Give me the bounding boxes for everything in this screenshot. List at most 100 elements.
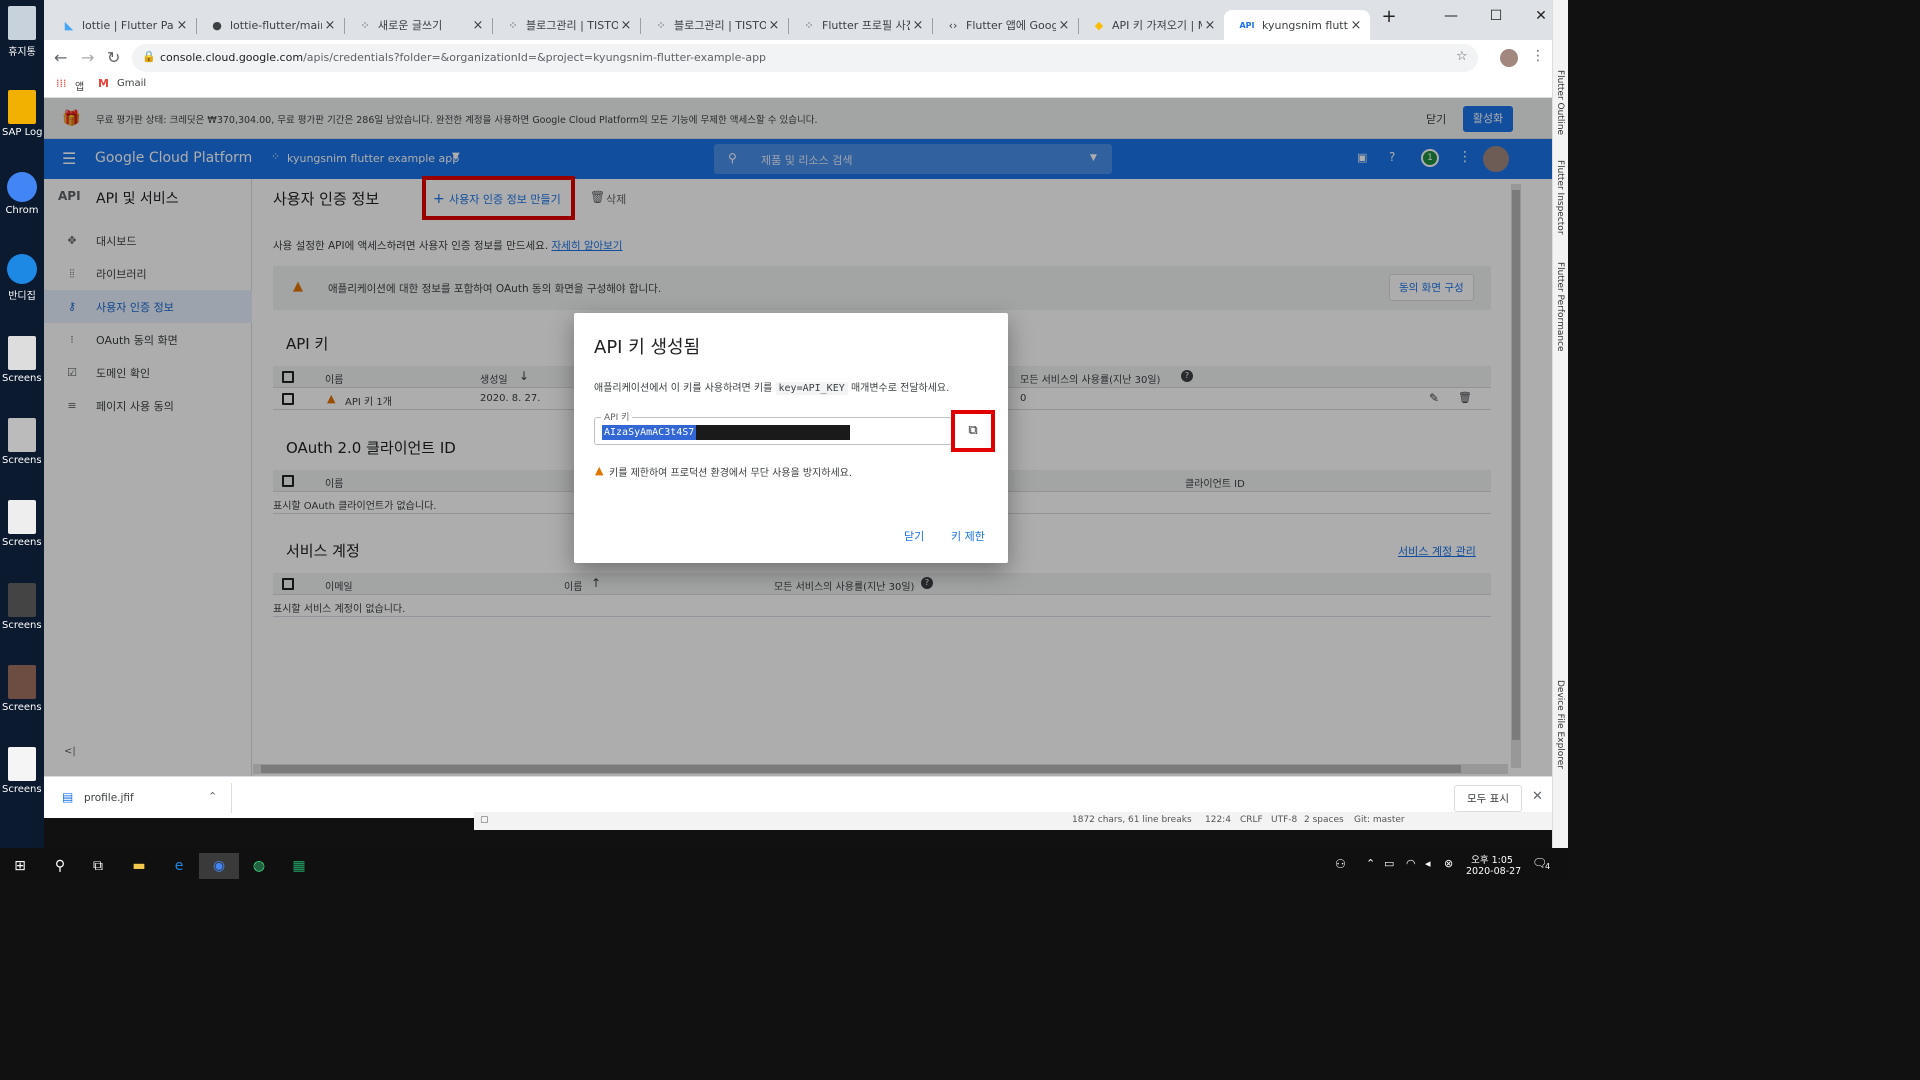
status-line-ending[interactable]: CRLF	[1240, 815, 1263, 825]
file-explorer-icon[interactable]: ▬	[119, 853, 159, 879]
close-tab-icon[interactable]: ×	[322, 18, 338, 33]
tistory-icon: ⁘	[656, 18, 666, 32]
key-warning-text: 키를 제한하여 프로덕션 환경에서 무단 사용을 방지하세요.	[609, 468, 853, 479]
google-ads-icon: ◆	[1094, 18, 1104, 32]
edge-icon[interactable]: e	[159, 853, 199, 879]
restrict-key-button[interactable]: 키 제한	[951, 528, 985, 544]
back-icon[interactable]: ←	[54, 48, 67, 67]
desktop-icon-screenshot[interactable]: Screensh	[2, 583, 42, 631]
windows-start-icon[interactable]: ⊞	[0, 853, 40, 879]
chrome-icon[interactable]: ◉	[199, 853, 239, 879]
tray-chevron-icon[interactable]: ⌃	[1366, 857, 1375, 870]
close-tab-icon[interactable]: ×	[766, 18, 782, 33]
status-encoding[interactable]: UTF-8	[1271, 815, 1297, 825]
close-tab-icon[interactable]: ×	[618, 18, 634, 33]
tab-title: 블로그관리 | TISTOR	[674, 19, 766, 32]
task-view-icon[interactable]: ⧉	[78, 853, 118, 879]
browser-tab[interactable]: ‹› Flutter 앱에 Google×	[932, 10, 1078, 40]
desktop-icon-bandizip[interactable]: 반디집	[2, 254, 42, 302]
people-icon[interactable]: ⚇	[1335, 857, 1346, 871]
device-file-explorer-tab[interactable]: Device File Explorer	[1555, 680, 1565, 769]
close-tab-icon[interactable]: ×	[1056, 18, 1072, 33]
dialog-close-button[interactable]: 닫기	[904, 528, 924, 544]
code-icon: ‹›	[948, 18, 958, 32]
apps-grid-icon[interactable]: ⁞⁞⁞	[56, 77, 67, 90]
battery-icon[interactable]: ▭	[1384, 857, 1394, 870]
forward-icon[interactable]: →	[81, 48, 94, 67]
panel-icon: ▢	[480, 815, 489, 825]
warning-icon: ▲	[595, 464, 604, 477]
new-tab-button[interactable]: +	[1374, 6, 1404, 27]
show-all-downloads-button[interactable]: 모두 표시	[1454, 785, 1522, 812]
flutter-outline-tab[interactable]: Flutter Outline	[1555, 70, 1565, 135]
close-tab-icon[interactable]: ×	[174, 18, 190, 33]
browser-tab[interactable]: ● lottie-flutter/main.da×	[196, 10, 344, 40]
chrome-menu-icon[interactable]: ⋮	[1531, 48, 1545, 64]
tab-title: 새로운 글쓰기	[378, 19, 443, 32]
api-key-field[interactable]: API 키 AIzaSyAmAC3t4S7	[594, 410, 952, 445]
lock-icon: 🔒	[142, 50, 156, 63]
close-tab-icon[interactable]: ×	[1202, 18, 1218, 33]
close-icon[interactable]: ✕	[1532, 789, 1543, 804]
browser-tab[interactable]: ◆ API 키 가져오기 | M ×	[1078, 10, 1224, 40]
address-toolbar: ← → ↻ 🔒 console.cloud.google.com/apis/cr…	[44, 40, 1552, 74]
minimize-button[interactable]: —	[1436, 8, 1466, 24]
status-chars: 1872 chars, 61 line breaks	[1072, 815, 1192, 825]
close-tab-icon[interactable]: ×	[1348, 18, 1364, 33]
desktop-icon-recycle-bin[interactable]: 휴지통	[2, 6, 42, 58]
desktop-icon-screenshot[interactable]: Screensh	[2, 665, 42, 713]
bookmark-star-icon[interactable]: ☆	[1456, 49, 1468, 64]
field-label: API 키	[601, 410, 633, 423]
dialog-description: 애플리케이션에서 이 키를 사용하려면 키를 key=API_KEY 매개변수로…	[594, 382, 950, 395]
profile-avatar[interactable]	[1500, 49, 1518, 67]
browser-tab[interactable]: ⁘ 블로그관리 | TISTOR ×	[492, 10, 640, 40]
windows-taskbar: ⊞ ⚲ ⧉ ▬ e ◉ ◍ ▦ ⚇ ⌃ ▭ ◠ ◂ ⊗ 오후 1:05 2020…	[0, 848, 1568, 882]
browser-tab[interactable]: ◣ lottie | Flutter Packag×	[48, 10, 196, 40]
wifi-icon[interactable]: ◠	[1406, 857, 1416, 870]
ime-icon[interactable]: ⊗	[1444, 857, 1453, 870]
reload-icon[interactable]: ↻	[107, 48, 120, 67]
bookmarks-bar: ⁞⁞⁞ 앱 M Gmail	[44, 74, 1552, 98]
excel-icon[interactable]: ▦	[279, 853, 319, 879]
desktop-icon-chrome[interactable]: Chrom	[2, 172, 42, 216]
browser-tab[interactable]: ⁘ 블로그관리 | TISTOR ×	[640, 10, 788, 40]
close-tab-icon[interactable]: ×	[470, 18, 486, 33]
browser-tab-active[interactable]: API kyungsnim flutter e×	[1224, 10, 1370, 40]
flutter-inspector-tab[interactable]: Flutter Inspector	[1555, 160, 1565, 235]
status-git-branch[interactable]: Git: master	[1354, 815, 1405, 825]
action-center-count: 4	[1545, 862, 1551, 871]
bookmark-apps[interactable]: 앱	[75, 78, 84, 93]
volume-icon[interactable]: ◂	[1425, 857, 1431, 870]
browser-tab[interactable]: ⁘ 새로운 글쓰기 ×	[344, 10, 492, 40]
bookmark-gmail[interactable]: Gmail	[117, 78, 146, 89]
tab-title: lottie | Flutter Packag	[82, 18, 174, 32]
omnibox[interactable]: 🔒 console.cloud.google.com/apis/credenti…	[132, 44, 1478, 72]
editor-status-bar: ▢ 1872 chars, 61 line breaks 122:4 CRLF …	[474, 812, 1552, 830]
close-tab-icon[interactable]: ×	[910, 18, 926, 33]
desktop-icon-sap[interactable]: SAP Log	[2, 90, 42, 138]
gmail-icon: M	[98, 77, 109, 90]
desktop-icon-screenshot[interactable]: Screensh	[2, 418, 42, 466]
desktop-icon-screenshot[interactable]: Screensh	[2, 336, 42, 384]
search-icon[interactable]: ⚲	[40, 853, 80, 879]
status-position[interactable]: 122:4	[1205, 815, 1231, 825]
clock-time[interactable]: 오후 1:05	[1470, 852, 1514, 866]
browser-tab[interactable]: ⁘ Flutter 프로필 사진 ×	[788, 10, 932, 40]
desktop-icon-screenshot[interactable]: Screensh	[2, 500, 42, 548]
github-icon: ●	[212, 18, 222, 32]
desktop-icon-label: Screensh	[2, 373, 42, 384]
flutter-performance-tab[interactable]: Flutter Performance	[1555, 262, 1565, 352]
clock-date[interactable]: 2020-08-27	[1466, 866, 1521, 877]
desktop-icon-label: Screensh	[2, 537, 42, 548]
api-key-value[interactable]: AIzaSyAmAC3t4S7	[602, 425, 697, 440]
maximize-button[interactable]: ☐	[1481, 8, 1511, 24]
desktop-icon-screenshot[interactable]: Screensh	[2, 747, 42, 795]
tab-title: 블로그관리 | TISTOR	[526, 19, 618, 32]
divider	[231, 783, 232, 813]
android-studio-icon[interactable]: ◍	[239, 853, 279, 879]
status-indent[interactable]: 2 spaces	[1304, 815, 1344, 825]
highlight-copy-button	[951, 410, 995, 452]
download-filename[interactable]: profile.jfif	[84, 792, 134, 804]
desktop-icon-label: 반디집	[8, 291, 36, 302]
chevron-up-icon[interactable]: ⌃	[208, 790, 217, 803]
